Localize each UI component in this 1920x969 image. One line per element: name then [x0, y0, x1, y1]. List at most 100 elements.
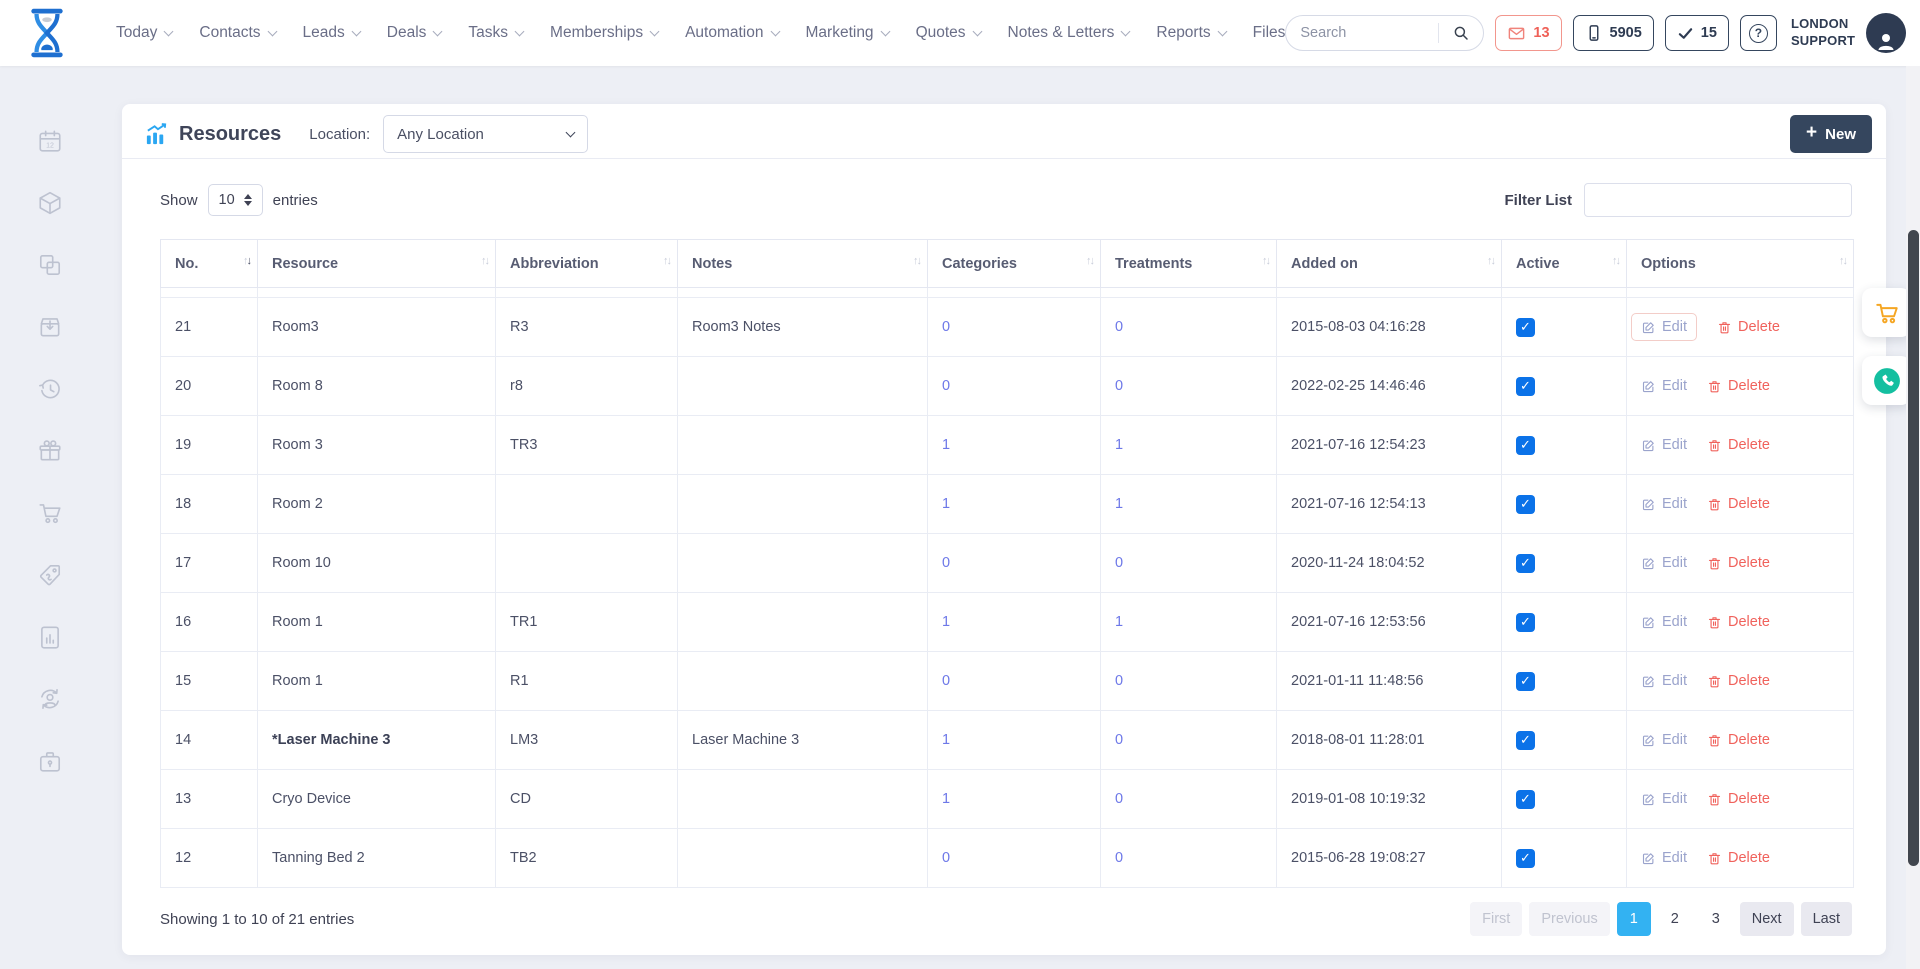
column-header-no[interactable]: No.↑↓	[161, 240, 258, 288]
column-header-treatments[interactable]: Treatments↑↓	[1101, 240, 1277, 288]
categories-count-link[interactable]: 0	[942, 850, 950, 866]
pagination-next[interactable]: Next	[1740, 902, 1794, 936]
categories-count-link[interactable]: 0	[942, 555, 950, 571]
column-header-options[interactable]: Options↑↓	[1627, 240, 1854, 288]
nav-item-automation[interactable]: Automation	[685, 24, 778, 42]
edit-button[interactable]: Edit	[1641, 850, 1687, 866]
pagination-previous[interactable]: Previous	[1529, 902, 1609, 936]
app-logo[interactable]	[28, 7, 66, 59]
categories-count-link[interactable]: 1	[942, 791, 950, 807]
edit-button[interactable]: Edit	[1641, 791, 1687, 807]
nav-item-tasks[interactable]: Tasks	[468, 24, 523, 42]
nav-item-memberships[interactable]: Memberships	[550, 24, 658, 42]
sidebar-item-copy[interactable]	[37, 252, 63, 278]
active-checkbox[interactable]: ✓	[1516, 436, 1535, 455]
column-header-abbreviation[interactable]: Abbreviation↑↓	[496, 240, 678, 288]
delete-button[interactable]: Delete	[1707, 378, 1770, 394]
delete-button[interactable]: Delete	[1717, 319, 1780, 335]
scrollbar-track[interactable]	[1906, 66, 1920, 969]
treatments-count-link[interactable]: 0	[1115, 319, 1123, 335]
treatments-count-link[interactable]: 1	[1115, 437, 1123, 453]
floating-cart-button[interactable]	[1862, 288, 1911, 337]
delete-button[interactable]: Delete	[1707, 437, 1770, 453]
nav-item-reports[interactable]: Reports	[1156, 24, 1225, 42]
nav-item-deals[interactable]: Deals	[387, 24, 442, 42]
treatments-count-link[interactable]: 0	[1115, 555, 1123, 571]
pagination-last[interactable]: Last	[1801, 902, 1852, 936]
active-checkbox[interactable]: ✓	[1516, 377, 1535, 396]
active-checkbox[interactable]: ✓	[1516, 318, 1535, 337]
sidebar-item-redeem[interactable]	[37, 314, 63, 340]
edit-button[interactable]: Edit	[1641, 437, 1687, 453]
edit-button[interactable]: Edit	[1641, 673, 1687, 689]
treatments-count-link[interactable]: 1	[1115, 496, 1123, 512]
active-checkbox[interactable]: ✓	[1516, 849, 1535, 868]
delete-button[interactable]: Delete	[1707, 614, 1770, 630]
delete-button[interactable]: Delete	[1707, 791, 1770, 807]
nav-item-quotes[interactable]: Quotes	[916, 24, 981, 42]
edit-button[interactable]: Edit	[1641, 614, 1687, 630]
categories-count-link[interactable]: 0	[942, 673, 950, 689]
column-header-added-on[interactable]: Added on↑↓	[1277, 240, 1502, 288]
sidebar-item-account-sync[interactable]	[37, 686, 63, 712]
sidebar-item-gift[interactable]	[37, 438, 63, 464]
sidebar-item-price-tag[interactable]	[37, 562, 63, 588]
edit-button[interactable]: Edit	[1631, 313, 1697, 341]
treatments-count-link[interactable]: 0	[1115, 850, 1123, 866]
categories-count-link[interactable]: 1	[942, 732, 950, 748]
treatments-count-link[interactable]: 0	[1115, 732, 1123, 748]
delete-button[interactable]: Delete	[1707, 732, 1770, 748]
edit-button[interactable]: Edit	[1641, 378, 1687, 394]
pagination-1[interactable]: 1	[1617, 902, 1651, 936]
delete-button[interactable]: Delete	[1707, 673, 1770, 689]
help-button[interactable]: ?	[1740, 15, 1777, 51]
location-select[interactable]: Any Location	[383, 115, 588, 153]
pagination-2[interactable]: 2	[1658, 902, 1692, 936]
filter-list-input[interactable]	[1584, 183, 1852, 217]
treatments-count-link[interactable]: 0	[1115, 791, 1123, 807]
treatments-count-link[interactable]: 1	[1115, 614, 1123, 630]
scrollbar-thumb[interactable]	[1908, 230, 1919, 866]
nav-item-leads[interactable]: Leads	[303, 24, 360, 42]
nav-item-marketing[interactable]: Marketing	[806, 24, 889, 42]
search-button[interactable]	[1439, 16, 1483, 50]
sidebar-item-calendar[interactable]: 12	[37, 128, 63, 154]
mail-badge[interactable]: 13	[1495, 15, 1561, 51]
edit-button[interactable]: Edit	[1641, 732, 1687, 748]
column-header-resource[interactable]: Resource↑↓	[258, 240, 496, 288]
nav-item-contacts[interactable]: Contacts	[199, 24, 275, 42]
page-size-select[interactable]: 10	[208, 184, 263, 216]
active-checkbox[interactable]: ✓	[1516, 495, 1535, 514]
categories-count-link[interactable]: 1	[942, 437, 950, 453]
active-checkbox[interactable]: ✓	[1516, 731, 1535, 750]
nav-item-today[interactable]: Today	[116, 24, 172, 42]
sidebar-item-history[interactable]	[37, 376, 63, 402]
edit-button[interactable]: Edit	[1641, 496, 1687, 512]
delete-button[interactable]: Delete	[1707, 555, 1770, 571]
floating-phone-button[interactable]	[1862, 356, 1911, 405]
pagination-first[interactable]: First	[1470, 902, 1522, 936]
treatments-count-link[interactable]: 0	[1115, 673, 1123, 689]
active-checkbox[interactable]: ✓	[1516, 790, 1535, 809]
avatar[interactable]	[1866, 13, 1906, 53]
tasks-badge[interactable]: 15	[1665, 15, 1729, 51]
active-checkbox[interactable]: ✓	[1516, 554, 1535, 573]
sidebar-item-report[interactable]	[37, 624, 63, 650]
column-header-active[interactable]: Active↑↓	[1502, 240, 1627, 288]
categories-count-link[interactable]: 0	[942, 378, 950, 394]
delete-button[interactable]: Delete	[1707, 496, 1770, 512]
new-button[interactable]: + New	[1790, 115, 1872, 153]
active-checkbox[interactable]: ✓	[1516, 613, 1535, 632]
column-header-categories[interactable]: Categories↑↓	[928, 240, 1101, 288]
column-header-notes[interactable]: Notes↑↓	[678, 240, 928, 288]
sidebar-item-cart[interactable]	[37, 500, 63, 526]
pagination-3[interactable]: 3	[1699, 902, 1733, 936]
delete-button[interactable]: Delete	[1707, 850, 1770, 866]
categories-count-link[interactable]: 1	[942, 614, 950, 630]
edit-button[interactable]: Edit	[1641, 555, 1687, 571]
nav-item-files[interactable]: Files	[1253, 24, 1286, 42]
nav-item-notes-letters[interactable]: Notes & Letters	[1008, 24, 1130, 42]
phone-badge[interactable]: 5905	[1573, 15, 1654, 51]
categories-count-link[interactable]: 1	[942, 496, 950, 512]
active-checkbox[interactable]: ✓	[1516, 672, 1535, 691]
